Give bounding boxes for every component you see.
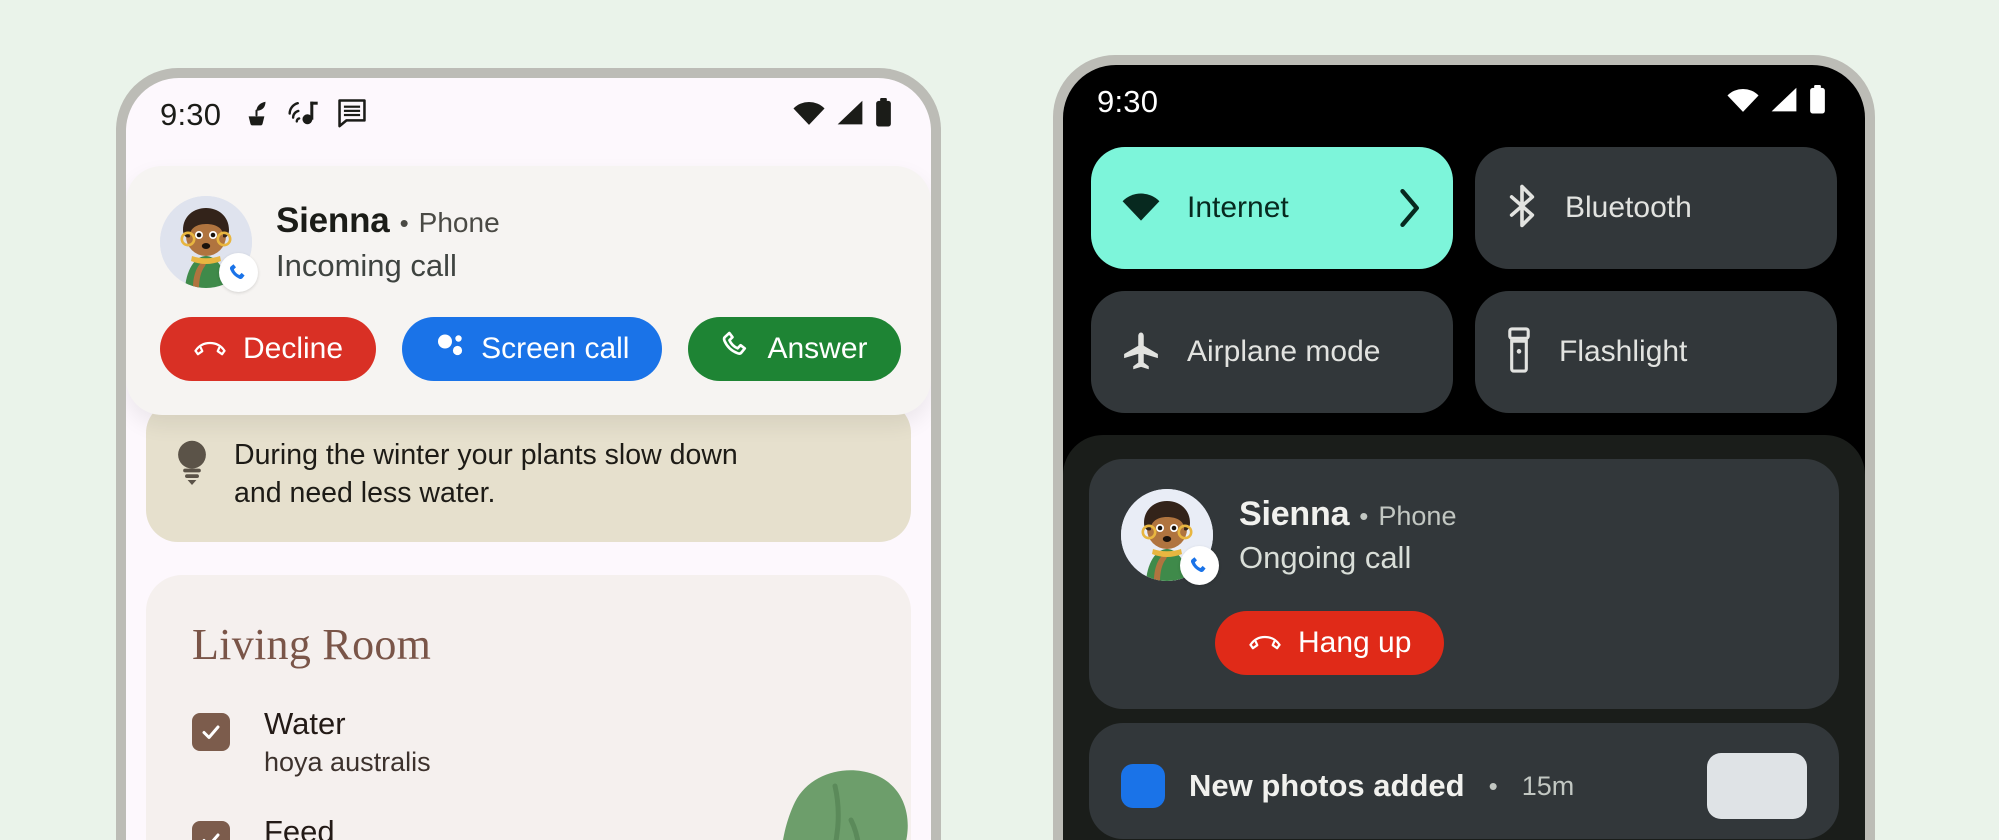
answer-button[interactable]: Answer	[688, 317, 901, 381]
tile-label: Flashlight	[1559, 335, 1688, 368]
photos-title: New photos added	[1189, 768, 1465, 803]
photos-time: 15m	[1521, 770, 1575, 801]
tile-bluetooth[interactable]: Bluetooth	[1475, 147, 1837, 269]
battery-icon	[874, 98, 893, 132]
call-status: Ongoing call	[1239, 539, 1412, 575]
winter-tip-card: During the winter your plants slow down …	[146, 401, 911, 543]
left-screen: 9:30 Sienna • Phone Incoming call Declin…	[126, 78, 931, 840]
incoming-call-notification[interactable]: Sienna • Phone Incoming call Decline Scr…	[126, 166, 931, 415]
google-assistant-icon	[435, 330, 465, 368]
status-notification-icons	[243, 98, 367, 133]
status-time: 9:30	[1097, 84, 1159, 119]
call-icon	[721, 330, 751, 368]
bluetooth-icon	[1505, 184, 1539, 233]
photos-notification-row: New photos added • 15m	[1089, 723, 1839, 839]
tile-flashlight[interactable]: Flashlight	[1475, 291, 1837, 413]
app-name: Phone	[1378, 500, 1457, 531]
left-status-bar: 9:30	[126, 78, 931, 152]
answer-label: Answer	[767, 332, 868, 365]
hang-up-button[interactable]: Hang up	[1215, 611, 1445, 675]
status-time: 9:30	[160, 97, 222, 132]
battery-icon	[1808, 85, 1827, 119]
caller-name: Sienna	[276, 200, 390, 240]
wifi-icon	[792, 99, 826, 131]
tile-label: Internet	[1187, 191, 1289, 224]
screen-call-label: Screen call	[481, 332, 630, 365]
hang-up-label: Hang up	[1298, 626, 1412, 659]
call-end-icon	[1248, 626, 1282, 660]
call-title-row: Sienna • Phone	[1239, 495, 1456, 534]
tile-internet[interactable]: Internet	[1091, 147, 1453, 269]
tile-airplane-mode[interactable]: Airplane mode	[1091, 291, 1453, 413]
task-name: Feed	[264, 814, 335, 840]
room-title: Living Room	[192, 620, 432, 670]
notification-shade: Sienna • Phone Ongoing call Hang up New …	[1063, 435, 1865, 840]
ongoing-call-notification[interactable]: Sienna • Phone Ongoing call Hang up	[1089, 459, 1839, 709]
call-action-buttons: Hang up	[1121, 611, 1807, 675]
right-screen: 9:30 Internet Bluetooth Airplane mode Fl…	[1063, 65, 1865, 840]
app-name: Phone	[418, 206, 500, 238]
task-text: Feed	[264, 814, 335, 840]
call-end-icon	[193, 332, 227, 366]
phone-call-icon	[1180, 546, 1219, 585]
task-text: Water hoya australis	[264, 706, 431, 778]
phone-right: 9:30 Internet Bluetooth Airplane mode Fl…	[1053, 55, 1875, 840]
quick-settings-row-1: Internet Bluetooth	[1091, 147, 1837, 269]
status-system-icons	[792, 98, 893, 132]
flashlight-icon	[1505, 326, 1533, 378]
cast-audio-icon	[287, 98, 320, 133]
cellular-signal-icon	[835, 99, 865, 131]
call-title-row: Sienna • Phone	[276, 201, 500, 241]
call-header: Sienna • Phone Ongoing call	[1121, 489, 1807, 585]
call-action-buttons: Decline Screen call Answer	[160, 317, 901, 381]
avatar-with-badge	[1121, 489, 1219, 585]
avatar-with-badge	[160, 196, 258, 292]
call-status: Incoming call	[276, 247, 457, 283]
decline-button[interactable]: Decline	[160, 317, 377, 381]
wifi-icon	[1726, 86, 1760, 118]
right-status-bar: 9:30	[1063, 65, 1865, 139]
task-name: Water	[264, 706, 346, 742]
quick-settings-panel: Internet Bluetooth Airplane mode Flashli…	[1063, 139, 1865, 413]
lightbulb-icon	[174, 437, 210, 490]
living-room-card[interactable]: Living Room Water hoya australis Feed	[146, 575, 911, 840]
task-checkbox[interactable]	[192, 821, 230, 840]
chevron-right-icon[interactable]	[1395, 186, 1423, 230]
separator-dot: •	[1488, 770, 1498, 801]
call-header: Sienna • Phone Incoming call	[160, 196, 897, 292]
tip-text: During the winter your plants slow down …	[234, 439, 738, 509]
wifi-icon	[1121, 190, 1161, 227]
photos-app-icon	[1121, 764, 1165, 808]
airplane-icon	[1121, 330, 1161, 375]
call-info: Sienna • Phone Incoming call	[276, 201, 500, 284]
quick-settings-row-2: Airplane mode Flashlight	[1091, 291, 1837, 413]
plant-leaf-illustration	[717, 690, 911, 840]
tile-label: Airplane mode	[1187, 335, 1381, 368]
caller-name: Sienna	[1239, 494, 1350, 533]
task-plant: hoya australis	[264, 747, 431, 778]
status-system-icons	[1726, 85, 1827, 119]
call-info: Sienna • Phone Ongoing call	[1239, 495, 1456, 576]
screen-call-button[interactable]: Screen call	[402, 317, 663, 381]
phone-left: 9:30 Sienna • Phone Incoming call Declin…	[116, 68, 941, 840]
tile-label: Bluetooth	[1565, 191, 1692, 224]
cellular-signal-icon	[1769, 86, 1799, 118]
decline-label: Decline	[243, 332, 344, 365]
task-checkbox[interactable]	[192, 713, 230, 752]
photos-notification[interactable]: New photos added • 15m	[1089, 723, 1839, 839]
separator-dot: •	[399, 207, 409, 238]
separator-dot: •	[1359, 500, 1369, 531]
photo-thumbnail[interactable]	[1707, 753, 1807, 819]
plant-sprout-icon	[243, 98, 270, 133]
phone-call-icon	[219, 253, 258, 292]
message-bubble-icon	[337, 98, 367, 133]
